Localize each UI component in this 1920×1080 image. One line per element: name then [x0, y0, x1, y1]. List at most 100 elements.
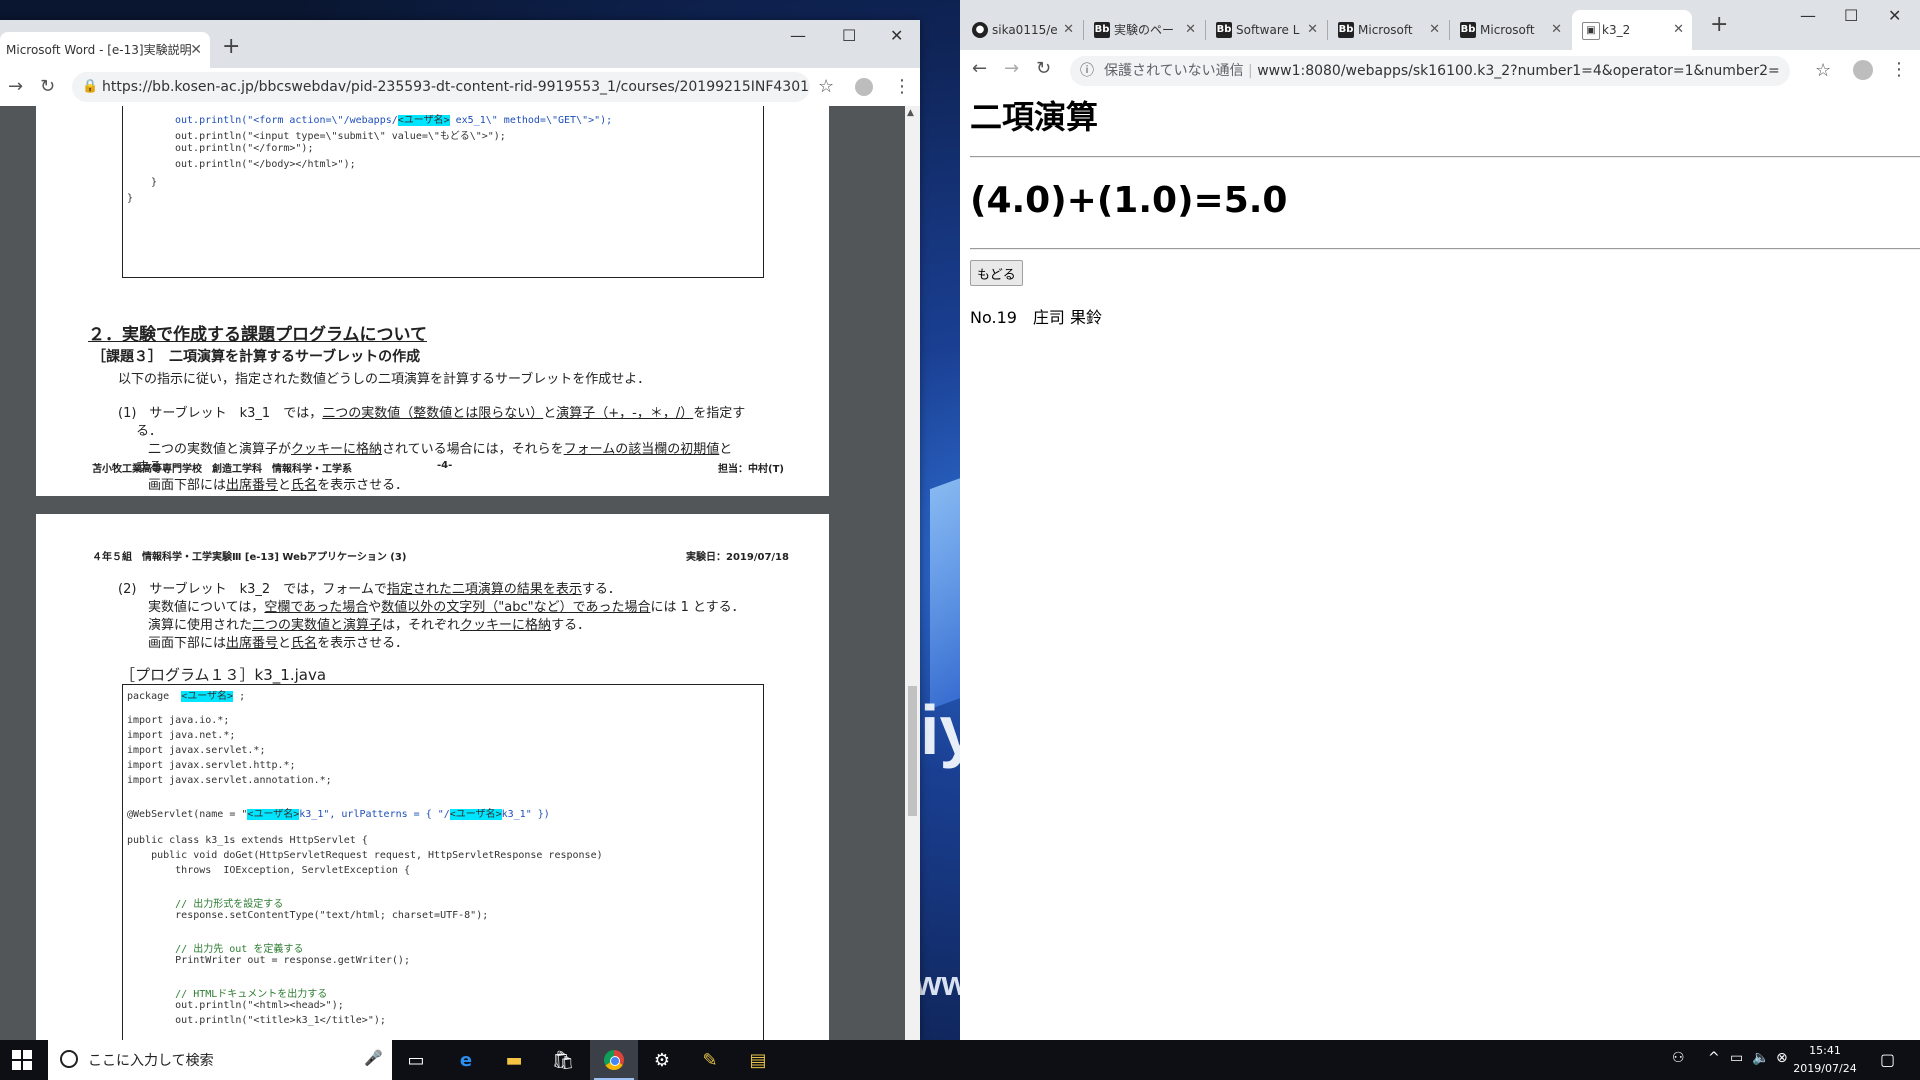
microphone-icon[interactable]: 🎤: [364, 1049, 383, 1067]
pdf-page: ４年５組 情報科学・工学実験Ⅲ [e-13] Webアプリケーション (3) 実…: [36, 514, 829, 1040]
volume-muted-icon[interactable]: 🔈: [1752, 1050, 1769, 1066]
close-tab-icon[interactable]: ✕: [1063, 10, 1074, 50]
task-view-icon[interactable]: ▭: [402, 1046, 430, 1074]
reload-icon[interactable]: ↻: [1036, 58, 1051, 79]
store-icon[interactable]: 🛍: [549, 1046, 577, 1074]
maximize-icon[interactable]: ☐: [1844, 6, 1858, 25]
pdf-browser-window: Microsoft Word - [e-13]実験説明 ✕ + — ☐ ✕ → …: [0, 20, 920, 1040]
divider: [970, 248, 1920, 250]
address-bar: → ↻ 🔒 https://bb.kosen-ac.jp/bbcswebdav/…: [0, 68, 920, 107]
vertical-scrollbar[interactable]: ▲: [905, 106, 920, 1040]
close-tab-icon[interactable]: ✕: [1673, 10, 1684, 50]
blackboard-icon: Bb: [1216, 22, 1232, 38]
close-tab-icon[interactable]: ✕: [1307, 10, 1318, 50]
tab-label: sika0115/e: [992, 23, 1058, 37]
bookmark-star-icon[interactable]: ☆: [1815, 60, 1831, 81]
item2-line: 演算に使用された二つの実数値と演算子は，それぞれクッキーに格納する．: [148, 618, 591, 633]
tab-blackboard[interactable]: Bb 実験のペー ✕: [1084, 10, 1204, 50]
code-line: public class k3_1s extends HttpServlet {: [127, 835, 368, 846]
app-icon[interactable]: ▤: [744, 1046, 772, 1074]
forward-icon[interactable]: →: [8, 76, 23, 97]
blackboard-icon: Bb: [1094, 22, 1110, 38]
close-tab-icon[interactable]: ✕: [1185, 10, 1196, 50]
blackboard-icon: Bb: [1338, 22, 1354, 38]
new-tab-icon[interactable]: +: [1710, 12, 1728, 37]
back-button[interactable]: もどる: [970, 260, 1023, 286]
forward-icon[interactable]: →: [1004, 58, 1019, 79]
code-line: out.println("<html><head>");: [127, 1000, 344, 1011]
show-hidden-icons[interactable]: ^: [1708, 1050, 1720, 1066]
code-comment: // HTMLドキュメントを出力する: [127, 989, 328, 1000]
edge-icon[interactable]: e: [452, 1046, 480, 1074]
back-icon[interactable]: ←: [972, 58, 987, 79]
menu-kebab-icon[interactable]: ⋮: [1890, 59, 1908, 80]
tab-github[interactable]: ● sika0115/e ✕: [962, 10, 1082, 50]
minimize-icon[interactable]: —: [1800, 6, 1816, 25]
chrome-taskbar-icon[interactable]: [590, 1040, 638, 1080]
tab-blackboard[interactable]: Bb Software L ✕: [1206, 10, 1326, 50]
profile-avatar[interactable]: [1853, 60, 1873, 80]
tab-k3-2[interactable]: ▣ k3_2 ✕: [1572, 10, 1692, 50]
pdf-page: out.println("<form action=\"/webapps/<ユー…: [36, 106, 829, 496]
action-center-icon[interactable]: ▢: [1880, 1050, 1895, 1069]
close-tab-icon[interactable]: ✕: [1551, 10, 1562, 50]
file-explorer-icon[interactable]: ▬: [500, 1046, 528, 1074]
tab-bar: ● sika0115/e ✕ Bb 実験のペー ✕ Bb Software L …: [960, 0, 1920, 50]
new-tab-icon[interactable]: +: [222, 34, 240, 59]
tab-blackboard[interactable]: Bb Microsoft ✕: [1328, 10, 1448, 50]
pdf-viewer[interactable]: out.println("<form action=\"/webapps/<ユー…: [0, 106, 905, 1040]
page-content: 二項演算 (4.0)+(1.0)=5.0 もどる No.19 庄司 果鈴: [960, 92, 1920, 1040]
clock-time: 15:41: [1809, 1044, 1841, 1057]
windows-start-icon[interactable]: [12, 1050, 32, 1070]
student-info: No.19 庄司 果鈴: [970, 308, 1103, 327]
page-footer-left: 苫小牧工業高等専門学校 創造工学科 情報科学・工学系: [92, 464, 352, 475]
close-tab-icon[interactable]: ✕: [190, 32, 202, 68]
code-line: import javax.servlet.http.*;: [127, 760, 296, 771]
profile-avatar[interactable]: [855, 78, 873, 96]
tab-label: Software L: [1236, 23, 1300, 37]
code-line: out.println("<title>k3_1</title>");: [127, 1015, 386, 1026]
network-icon[interactable]: ▭: [1730, 1050, 1743, 1066]
address-bar: ← → ↻ ⓘ 保護されていない通信 | www1:8080/webapps/s…: [960, 50, 1920, 93]
url-text: www1:8080/webapps/sk16100.k3_2?number1=4…: [1257, 63, 1780, 79]
section-heading: ２．実験で作成する課題プログラムについて: [88, 325, 427, 345]
status-icon[interactable]: ⊗: [1776, 1050, 1788, 1066]
settings-icon[interactable]: ⚙: [648, 1046, 676, 1074]
taskbar-search[interactable]: ここに入力して検索 🎤: [48, 1040, 392, 1080]
page-icon: ▣: [1582, 22, 1600, 40]
tab-pdf[interactable]: Microsoft Word - [e-13]実験説明 ✕: [0, 32, 210, 68]
reload-icon[interactable]: ↻: [40, 76, 55, 97]
taskbar: ここに入力して検索 🎤 ▭ e ▬ 🛍 ⚙ ✎ ▤ ⚇ ^ ▭ 🔈 ⊗ 15:4…: [0, 1040, 1920, 1080]
code-line: PrintWriter out = response.getWriter();: [127, 955, 410, 966]
minimize-icon[interactable]: —: [790, 26, 806, 45]
menu-kebab-icon[interactable]: ⋮: [893, 76, 911, 97]
close-tab-icon[interactable]: ✕: [1429, 10, 1440, 50]
code-line: import javax.servlet.*;: [127, 745, 266, 756]
task-heading: ［課題３］ 二項演算を計算するサーブレットの作成: [92, 349, 421, 365]
tab-title: Microsoft Word - [e-13]実験説明: [6, 43, 192, 57]
scroll-thumb[interactable]: [908, 686, 917, 816]
item2-line: 実数値については，空欄であった場合や数値以外の文字列（"abc"など）であった場…: [148, 600, 745, 615]
close-window-icon[interactable]: ✕: [890, 26, 903, 45]
code-box: package <ユーザ名> ; import java.io.*; impor…: [122, 684, 764, 1040]
info-icon[interactable]: ⓘ: [1080, 56, 1094, 86]
item2-line: 画面下部には出席番号と氏名を表示させる．: [148, 636, 409, 651]
divider: [970, 156, 1920, 158]
code-line: }: [127, 193, 134, 204]
code-line: response.setContentType("text/html; char…: [127, 910, 489, 921]
people-icon[interactable]: ⚇: [1672, 1050, 1685, 1066]
tab-blackboard[interactable]: Bb Microsoft ✕: [1450, 10, 1570, 50]
search-placeholder: ここに入力して検索: [88, 1053, 214, 1069]
url-field[interactable]: 🔒 https://bb.kosen-ac.jp/bbcswebdav/pid-…: [72, 72, 810, 102]
code-line: }: [151, 177, 158, 188]
code-line: out.println("</body></html>");: [175, 159, 356, 170]
tab-label: 実験のペー: [1114, 23, 1175, 37]
bookmark-star-icon[interactable]: ☆: [818, 76, 834, 97]
page-title: 二項演算: [970, 98, 1099, 136]
scroll-up-icon[interactable]: ▲: [907, 108, 914, 118]
paint-icon[interactable]: ✎: [696, 1046, 724, 1074]
system-clock[interactable]: 15:41 2019/07/24: [1790, 1042, 1860, 1078]
maximize-icon[interactable]: ☐: [842, 26, 856, 45]
close-window-icon[interactable]: ✕: [1888, 6, 1901, 25]
url-field[interactable]: ⓘ 保護されていない通信 | www1:8080/webapps/sk16100…: [1070, 56, 1790, 86]
